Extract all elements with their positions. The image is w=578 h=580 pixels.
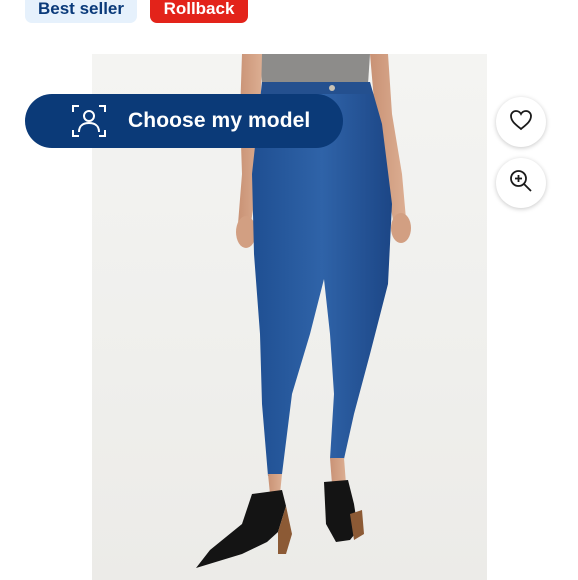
zoom-in-icon	[508, 168, 534, 199]
heart-icon	[509, 109, 533, 136]
rollback-badge: Rollback	[150, 0, 248, 23]
zoom-in-button[interactable]	[496, 158, 546, 208]
favorite-button[interactable]	[496, 97, 546, 147]
choose-my-model-button[interactable]: Choose my model	[25, 94, 343, 148]
best-seller-label: Best seller	[38, 0, 124, 18]
rollback-label: Rollback	[163, 0, 235, 18]
person-scan-icon	[71, 103, 107, 139]
choose-my-model-label: Choose my model	[128, 109, 311, 132]
best-seller-badge: Best seller	[25, 0, 137, 23]
